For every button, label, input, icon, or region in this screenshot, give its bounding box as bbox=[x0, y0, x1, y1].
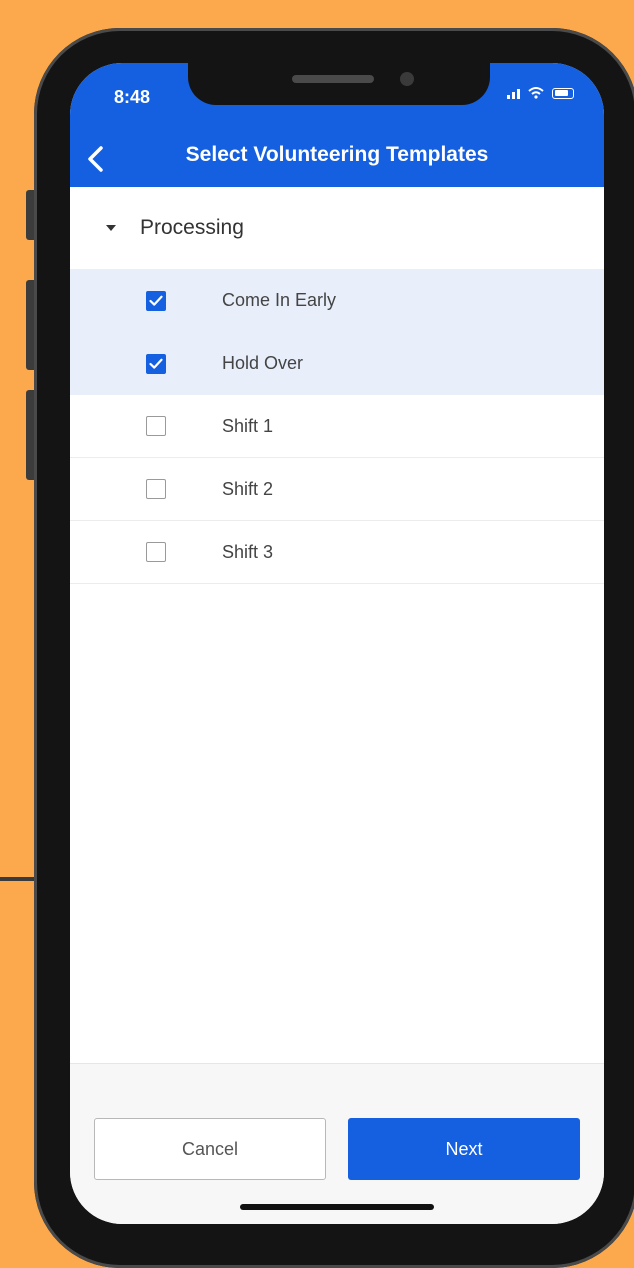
phone-frame: 8:48 Select Volunteering Templates Proce… bbox=[34, 28, 634, 1268]
cancel-button[interactable]: Cancel bbox=[94, 1118, 326, 1180]
checkbox-checked[interactable] bbox=[146, 353, 166, 374]
template-label: Shift 1 bbox=[222, 415, 274, 436]
check-icon bbox=[149, 358, 163, 369]
group-label: Processing bbox=[140, 216, 244, 239]
battery-icon bbox=[552, 87, 574, 99]
footer-bar: Cancel Next bbox=[70, 1063, 604, 1224]
template-label: Come In Early bbox=[222, 290, 337, 310]
caret-down-icon bbox=[106, 225, 116, 231]
template-label: Shift 2 bbox=[222, 478, 274, 499]
template-list: Come In Early Hold Over Shift 1 Shift 2 bbox=[70, 269, 604, 584]
page-title: Select Volunteering Templates bbox=[185, 143, 489, 166]
signal-icon bbox=[507, 87, 520, 99]
checkbox-checked[interactable] bbox=[146, 290, 166, 311]
status-icons bbox=[507, 87, 574, 99]
wifi-icon bbox=[528, 87, 544, 99]
template-label: Shift 3 bbox=[222, 541, 274, 562]
front-camera bbox=[400, 72, 414, 86]
template-row-hold-over[interactable]: Hold Over bbox=[70, 332, 604, 395]
phone-notch bbox=[188, 63, 490, 105]
speaker-grille bbox=[292, 75, 374, 83]
template-row-shift-1[interactable]: Shift 1 bbox=[70, 395, 604, 458]
home-indicator[interactable] bbox=[240, 1204, 434, 1210]
status-time: 8:48 bbox=[114, 87, 151, 107]
template-label: Hold Over bbox=[222, 353, 304, 373]
check-icon bbox=[149, 295, 163, 306]
template-row-come-in-early[interactable]: Come In Early bbox=[70, 269, 604, 332]
checkbox-unchecked[interactable] bbox=[146, 479, 166, 499]
checkbox-unchecked[interactable] bbox=[146, 416, 166, 436]
checkbox-unchecked[interactable] bbox=[146, 542, 166, 562]
template-row-shift-2[interactable]: Shift 2 bbox=[70, 458, 604, 521]
next-button[interactable]: Next bbox=[348, 1118, 580, 1180]
phone-screen: 8:48 Select Volunteering Templates Proce… bbox=[70, 63, 604, 1224]
template-row-shift-3[interactable]: Shift 3 bbox=[70, 521, 604, 584]
group-header-processing[interactable]: Processing bbox=[70, 187, 604, 269]
